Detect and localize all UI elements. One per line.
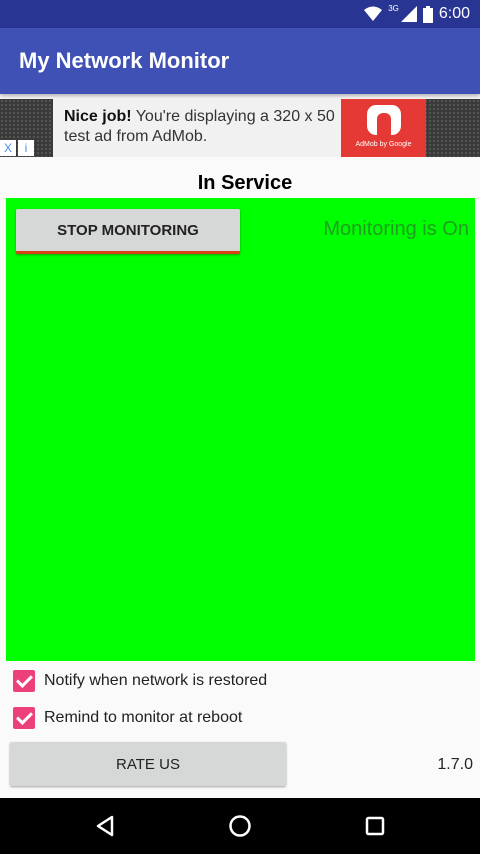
checkbox-notify-restored[interactable] <box>13 670 35 692</box>
version-label: 1.7.0 <box>437 756 473 773</box>
rate-us-button[interactable]: RATE US <box>10 742 286 786</box>
recents-icon[interactable] <box>361 812 389 840</box>
app-bar: My Network Monitor <box>0 28 480 94</box>
service-status-title: In Service <box>197 172 293 194</box>
checkmark-icon <box>16 671 33 688</box>
option-label: Remind to monitor at reboot <box>44 709 243 726</box>
monitoring-status: Monitoring is On <box>323 218 469 240</box>
ad-controls: X i <box>0 140 34 156</box>
ad-headline: Nice job! <box>64 108 132 125</box>
checkmark-icon <box>16 708 33 725</box>
option-label: Notify when network is restored <box>44 672 268 689</box>
status-icons: 3G 6:00 <box>364 0 470 28</box>
admob-logo-icon <box>367 105 401 135</box>
network-type-label: 3G <box>388 3 399 13</box>
checkbox-remind-reboot[interactable] <box>13 707 35 729</box>
ad-banner[interactable]: Nice job! You're displaying a 320 x 50 t… <box>0 99 480 157</box>
option-remind-reboot[interactable]: Remind to monitor at reboot <box>13 706 242 730</box>
wifi-icon <box>364 6 383 22</box>
ad-close-icon[interactable]: X <box>0 140 16 156</box>
ad-text: Nice job! You're displaying a 320 x 50 t… <box>64 107 339 147</box>
monitor-panel: STOP MONITORING Monitoring is On <box>6 198 475 661</box>
status-bar: 3G 6:00 <box>0 0 480 28</box>
ad-info-icon[interactable]: i <box>18 140 34 156</box>
back-icon[interactable] <box>91 812 119 840</box>
clock: 6:00 <box>438 5 470 22</box>
ad-text-box[interactable]: Nice job! You're displaying a 320 x 50 t… <box>53 99 341 157</box>
battery-icon <box>422 5 433 23</box>
ad-logo-box[interactable]: AdMob by Google <box>341 99 426 157</box>
option-notify-restored[interactable]: Notify when network is restored <box>13 669 267 693</box>
stop-monitoring-button[interactable]: STOP MONITORING <box>16 209 240 254</box>
cell-signal-icon <box>400 6 417 22</box>
home-icon[interactable] <box>226 812 254 840</box>
ad-brand: AdMob by Google <box>355 141 412 148</box>
navigation-bar <box>0 798 480 854</box>
app-title: My Network Monitor <box>19 48 230 73</box>
